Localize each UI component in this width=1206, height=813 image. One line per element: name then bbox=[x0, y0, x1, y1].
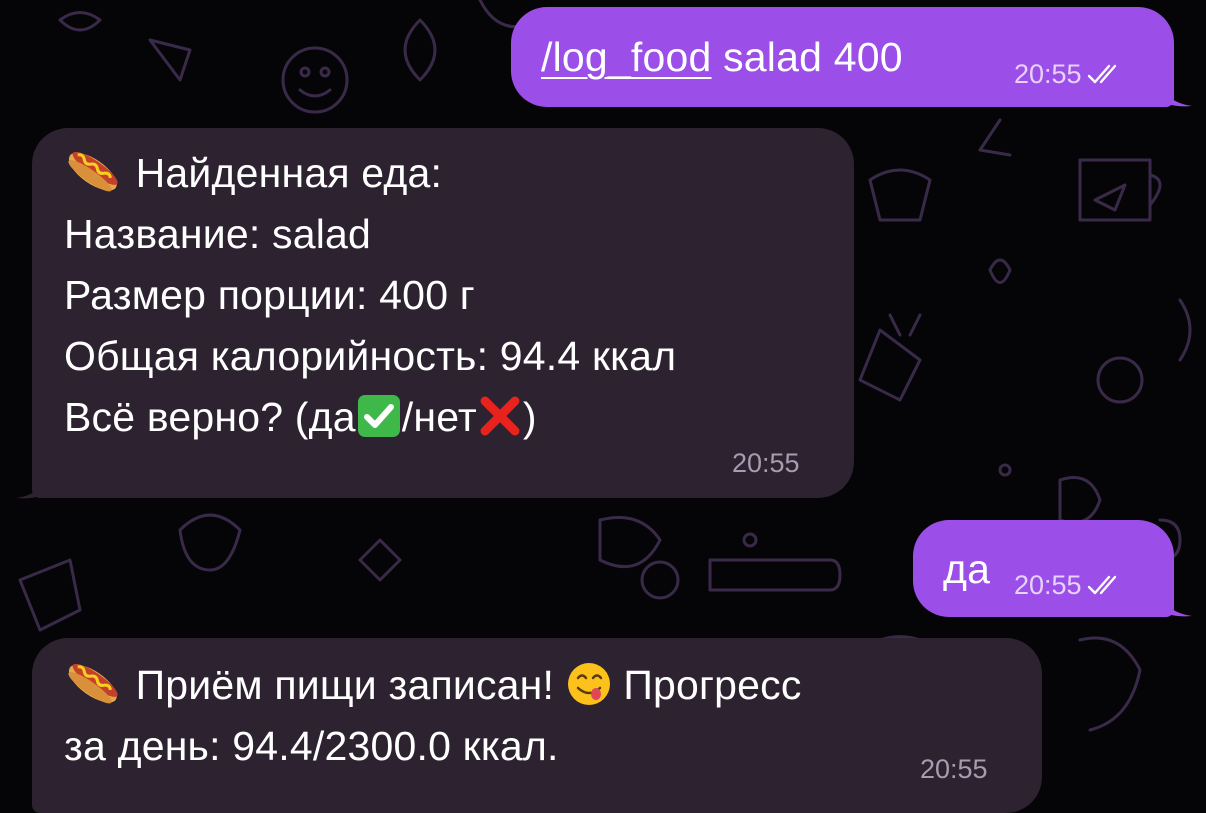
incoming-message-food-found[interactable]: Найденная еда: Название: salad Размер по… bbox=[32, 128, 854, 498]
meal-logged-text: Приём пищи записан! bbox=[135, 662, 555, 708]
message-text: да bbox=[943, 546, 991, 592]
check-mark-icon bbox=[357, 395, 400, 437]
portion-size-line: Размер порции: 400 г bbox=[64, 272, 475, 318]
cross-mark-icon bbox=[480, 396, 520, 436]
total-calories-line: Общая калорийность: 94.4 ккал bbox=[64, 333, 677, 379]
hot-dog-icon bbox=[68, 663, 118, 704]
message-meta: 20:55 bbox=[1014, 570, 1124, 601]
bubble-tail bbox=[1160, 590, 1192, 617]
progress-word: Прогресс bbox=[623, 662, 802, 708]
hot-dog-icon bbox=[68, 151, 118, 192]
confirm-close-paren: ) bbox=[522, 394, 537, 440]
message-meta: 20:55 bbox=[920, 754, 988, 785]
message-time: 20:55 bbox=[1014, 570, 1082, 600]
confirm-no-text: /нет bbox=[401, 394, 477, 440]
double-check-icon bbox=[1087, 575, 1116, 594]
food-name-line: Название: salad bbox=[64, 211, 372, 257]
daily-progress-line: за день: 94.4/2300.0 ккал. bbox=[64, 723, 559, 769]
message-time: 20:55 bbox=[732, 448, 800, 478]
message-time: 20:55 bbox=[920, 754, 988, 784]
bot-command-link[interactable]: /log_food bbox=[541, 34, 712, 80]
message-meta: 20:55 bbox=[1014, 59, 1124, 90]
found-food-heading: Найденная еда: bbox=[135, 150, 443, 196]
message-time: 20:55 bbox=[1014, 59, 1082, 89]
outgoing-message-command[interactable]: /log_food salad 400 20:55 bbox=[511, 7, 1174, 107]
incoming-message-meal-logged[interactable]: Приём пищи записан! Прогресс за день: 94… bbox=[32, 638, 1042, 813]
message-meta: 20:55 bbox=[732, 448, 800, 479]
yum-face-icon bbox=[567, 663, 610, 705]
outgoing-message-yes[interactable]: да 20:55 bbox=[913, 520, 1174, 617]
confirm-prompt-text: Всё верно? (да bbox=[64, 394, 356, 440]
bubble-tail bbox=[1160, 80, 1192, 107]
double-check-icon bbox=[1087, 64, 1116, 83]
message-text: salad 400 bbox=[711, 34, 903, 80]
bubble-tail bbox=[16, 472, 48, 499]
